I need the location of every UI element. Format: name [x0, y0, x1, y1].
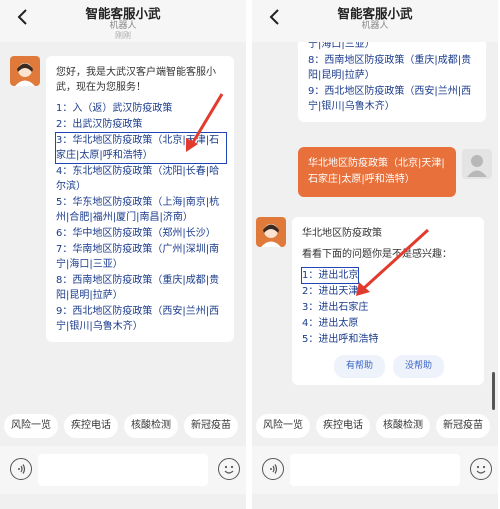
quick-reply-chip[interactable]: 新冠疫苗 — [184, 414, 238, 438]
bot-reply-bubble: 华北地区防疫政策 看看下面的问题你是不是感兴趣： 1：进出北京 2：进出天津 3… — [292, 217, 484, 385]
city-option[interactable]: 5：进出呼和浩特 — [302, 332, 476, 347]
quick-reply-chip[interactable]: 新冠疫苗 — [436, 414, 490, 438]
bot-avatar — [10, 56, 40, 86]
chat-screen-right: 7：华南地区防疫政策（广州|深圳|南宁|海口|三亚） 8：西南地区防疫政策（重庆… — [252, 0, 498, 509]
message-input[interactable] — [38, 454, 208, 486]
user-avatar — [462, 149, 492, 179]
city-option[interactable]: 3：进出石家庄 — [302, 300, 476, 315]
quick-reply-chip[interactable]: 疾控电话 — [316, 414, 370, 438]
chat-subtitle: 机器人 — [361, 21, 389, 31]
input-bar — [252, 446, 498, 494]
chevron-left-icon — [269, 9, 279, 25]
user-avatar-icon — [462, 149, 492, 179]
back-button[interactable] — [12, 6, 34, 28]
voice-button[interactable] — [262, 458, 284, 480]
chat-header: 智能客服小武 机器人 刚刚 — [0, 0, 246, 42]
helpful-button[interactable]: 有帮助 — [333, 355, 385, 378]
feedback-buttons: 有帮助 没帮助 — [302, 355, 476, 378]
reply-title: 华北地区防疫政策 — [302, 228, 382, 239]
quick-reply-chip[interactable]: 风险一览 — [4, 414, 58, 438]
chat-header: 智能客服小武 机器人 — [252, 0, 498, 42]
quick-reply-chip[interactable]: 核酸检测 — [376, 414, 430, 438]
policy-menu-list: 1：入（返）武汉防疫政策 2：出武汉防疫政策 3：华北地区防疫政策（北京|天津|… — [55, 101, 227, 334]
back-button[interactable] — [264, 6, 286, 28]
menu-item-highlighted[interactable]: 3：华北地区防疫政策（北京|天津|石家庄|太原|呼和浩特） — [55, 132, 227, 164]
bot-message-bubble: 您好，我是大武汉客户端智能客服小武，现在为您服务！ 1：入（返）武汉防疫政策 2… — [46, 56, 234, 342]
message-input[interactable] — [290, 454, 460, 486]
menu-item[interactable]: 2：出武汉防疫政策 — [56, 117, 226, 132]
quick-reply-bar: 风险一览 疾控电话 核酸检测 新冠疫苗 — [0, 414, 246, 442]
menu-item[interactable]: 5：华东地区防疫政策（上海|南京|杭州|合肥|福州|厦门|南昌|济南） — [56, 195, 226, 225]
chat-subtitle: 机器人 — [109, 21, 137, 31]
voice-icon — [18, 464, 26, 474]
voice-button[interactable] — [10, 458, 32, 480]
menu-item[interactable]: 8：西南地区防疫政策（重庆|成都|贵阳|昆明|拉萨） — [56, 273, 226, 303]
chat-title: 智能客服小武 — [337, 6, 413, 21]
not-helpful-button[interactable]: 没帮助 — [393, 355, 445, 378]
menu-item[interactable]: 9：西北地区防疫政策（西安|兰州|西宁|银川|乌鲁木齐） — [56, 304, 226, 334]
chat-title: 智能客服小武 — [85, 6, 161, 21]
menu-item[interactable]: 9：西北地区防疫政策（西安|兰州|西宁|银川|乌鲁木齐） — [308, 84, 478, 114]
scrollbar[interactable] — [492, 372, 495, 410]
quick-reply-chip[interactable]: 疾控电话 — [64, 414, 118, 438]
city-option-list: 1：进出北京 2：进出天津 3：进出石家庄 4：进出太原 5：进出呼和浩特 — [300, 267, 476, 347]
menu-item[interactable]: 7：华南地区防疫政策（广州|深圳|南宁|海口|三亚） — [56, 242, 226, 272]
menu-item[interactable]: 6：华中地区防疫政策（郑州|长沙） — [56, 226, 226, 241]
city-option-highlighted[interactable]: 1：进出北京 — [300, 267, 360, 284]
quick-reply-chip[interactable]: 风险一览 — [256, 414, 310, 438]
smiley-icon — [224, 465, 234, 474]
emoji-button[interactable] — [218, 458, 240, 480]
smiley-icon — [476, 465, 486, 474]
chat-screen-left: 智能客服小武 机器人 刚刚 您好，我是大武汉客户端智能客服小武，现在为您服务！ … — [0, 0, 246, 509]
menu-item[interactable]: 1：入（返）武汉防疫政策 — [56, 101, 226, 116]
reply-prompt: 看看下面的问题你是不是感兴趣： — [302, 249, 452, 260]
quick-reply-chip[interactable]: 核酸检测 — [124, 414, 178, 438]
agent-avatar-icon — [10, 56, 40, 86]
bot-avatar — [256, 217, 286, 247]
emoji-button[interactable] — [470, 458, 492, 480]
menu-item[interactable]: 8：西南地区防疫政策（重庆|成都|贵阳|昆明|拉萨） — [308, 53, 478, 83]
city-option[interactable]: 2：进出天津 — [302, 284, 476, 299]
voice-icon — [270, 464, 278, 474]
menu-item[interactable]: 4：东北地区防疫政策（沈阳|长春|哈尔滨） — [56, 164, 226, 194]
user-message-bubble: 华北地区防疫政策（北京|天津|石家庄|太原|呼和浩特） — [298, 147, 456, 197]
chat-status: 刚刚 — [115, 31, 131, 40]
agent-avatar-icon — [256, 217, 286, 247]
quick-reply-bar: 风险一览 疾控电话 核酸检测 新冠疫苗 — [252, 414, 498, 442]
city-option[interactable]: 4：进出太原 — [302, 316, 476, 331]
input-bar — [0, 446, 246, 494]
chevron-left-icon — [17, 9, 27, 25]
greeting-text: 您好，我是大武汉客户端智能客服小武，现在为您服务！ — [56, 67, 216, 93]
